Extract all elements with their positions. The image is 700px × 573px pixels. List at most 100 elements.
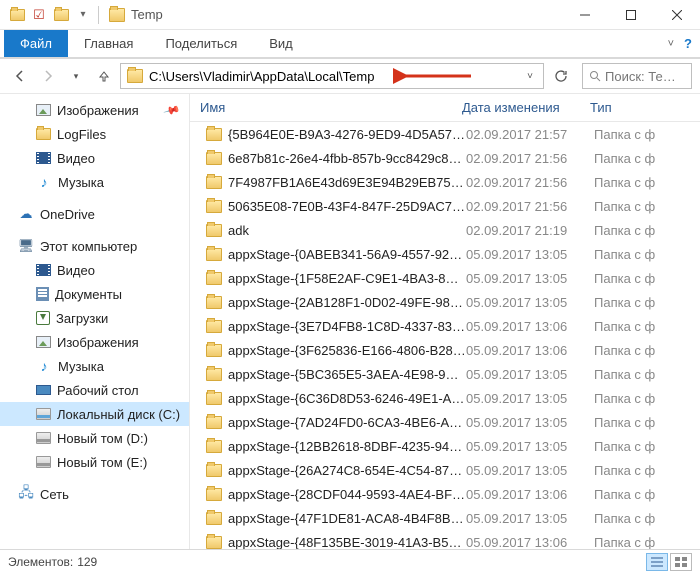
nav-forward-button[interactable] bbox=[36, 64, 60, 88]
qat-customize-icon[interactable]: ▾ bbox=[74, 6, 92, 24]
refresh-button[interactable] bbox=[548, 63, 574, 89]
address-path[interactable]: C:\Users\Vladimir\AppData\Local\Temp bbox=[149, 69, 523, 84]
file-date: 05.09.2017 13:05 bbox=[466, 367, 594, 382]
file-row[interactable]: 7F4987FB1A6E43d69E3E94B29EB7592602.09.20… bbox=[190, 170, 700, 194]
file-row[interactable]: appxStage-{3F625836-E166-4806-B281-60…05… bbox=[190, 338, 700, 362]
file-list[interactable]: Имя Дата изменения Тип {5B964E0E-B9A3-42… bbox=[190, 94, 700, 549]
disk-icon bbox=[36, 456, 51, 468]
nav-recent-button[interactable]: ▾ bbox=[64, 64, 88, 88]
folder-icon bbox=[206, 128, 222, 141]
sidebar-item[interactable]: Локальный диск (C:) bbox=[0, 402, 189, 426]
help-icon[interactable]: ? bbox=[684, 36, 692, 51]
window-title-wrap: Temp bbox=[109, 7, 163, 22]
sidebar-onedrive[interactable]: ☁ OneDrive bbox=[0, 202, 189, 226]
nav-up-button[interactable] bbox=[92, 64, 116, 88]
file-row[interactable]: appxStage-{3E7D4FB8-1C8D-4337-8361-7…05.… bbox=[190, 314, 700, 338]
file-tab[interactable]: Файл bbox=[4, 30, 68, 57]
file-row[interactable]: appxStage-{47F1DE81-ACA8-4B4F8B-BC24-…05… bbox=[190, 506, 700, 530]
file-row[interactable]: appxStage-{26A274C8-654E-4C54-8709-5…05.… bbox=[190, 458, 700, 482]
file-date: 05.09.2017 13:06 bbox=[466, 319, 594, 334]
file-row[interactable]: appxStage-{6C36D8D53-6246-49E1-A20C-…05.… bbox=[190, 386, 700, 410]
close-button[interactable] bbox=[654, 0, 700, 30]
ribbon-expand-icon[interactable]: ˅ bbox=[668, 38, 674, 50]
sidebar-item[interactable]: Новый том (E:) bbox=[0, 450, 189, 474]
file-type: Папка с ф bbox=[594, 199, 700, 214]
window-title: Temp bbox=[131, 7, 163, 22]
file-row[interactable]: appxStage-{7AD24FD0-6CA3-4BE6-AC0C…05.09… bbox=[190, 410, 700, 434]
file-row[interactable]: 50635E08-7E0B-43F4-847F-25D9AC7523A102.0… bbox=[190, 194, 700, 218]
vid-icon bbox=[36, 152, 51, 164]
file-date: 05.09.2017 13:05 bbox=[466, 463, 594, 478]
address-dropdown-icon[interactable]: ˅ bbox=[523, 71, 537, 82]
file-row[interactable]: appxStage-{12BB2618-8DBF-4235-949B-8…05.… bbox=[190, 434, 700, 458]
sidebar-item[interactable]: ♪Музыка bbox=[0, 354, 189, 378]
file-row[interactable]: appxStage-{2AB128F1-0D02-49FE-987E-7…05.… bbox=[190, 290, 700, 314]
sidebar-item[interactable]: Документы bbox=[0, 282, 189, 306]
icons-view-button[interactable] bbox=[670, 553, 692, 571]
file-type: Папка с ф bbox=[594, 463, 700, 478]
sidebar-item[interactable]: Новый том (D:) bbox=[0, 426, 189, 450]
file-name: appxStage-{12BB2618-8DBF-4235-949B-8… bbox=[228, 439, 466, 454]
file-date: 05.09.2017 13:05 bbox=[466, 247, 594, 262]
ribbon-right: ˅ ? bbox=[668, 30, 700, 57]
file-date: 05.09.2017 13:05 bbox=[466, 391, 594, 406]
folder-icon bbox=[206, 272, 222, 285]
file-row[interactable]: appxStage-{5BC365E5-3AEA-4E98-9D79-…05.0… bbox=[190, 362, 700, 386]
file-type: Папка с ф bbox=[594, 391, 700, 406]
minimize-button[interactable] bbox=[562, 0, 608, 30]
file-row[interactable]: {5B964E0E-B9A3-4276-9ED9-4D5A572074…02.0… bbox=[190, 122, 700, 146]
sidebar-this-pc[interactable]: 🖥 Этот компьютер bbox=[0, 234, 189, 258]
file-row[interactable]: adk02.09.2017 21:19Папка с ф bbox=[190, 218, 700, 242]
new-folder-icon[interactable] bbox=[52, 6, 70, 24]
file-name: appxStage-{28CDF044-9593-4AE4-BF44-4… bbox=[228, 487, 466, 502]
nav-back-button[interactable] bbox=[8, 64, 32, 88]
window-controls bbox=[562, 0, 700, 30]
sidebar-network[interactable]: 🖧 Сеть bbox=[0, 482, 189, 506]
pic-icon bbox=[36, 336, 51, 348]
file-date: 05.09.2017 13:05 bbox=[466, 415, 594, 430]
file-name: appxStage-{3E7D4FB8-1C8D-4337-8361-7… bbox=[228, 319, 466, 334]
folder-up-icon[interactable] bbox=[8, 6, 26, 24]
maximize-button[interactable] bbox=[608, 0, 654, 30]
file-row[interactable]: appxStage-{1F58E2AF-C9E1-4BA3-8E45-8…05.… bbox=[190, 266, 700, 290]
sidebar-label: Музыка bbox=[58, 359, 104, 374]
sidebar-item-images-pinned[interactable]: Изображения 📌 bbox=[0, 98, 189, 122]
sidebar-item[interactable]: Изображения bbox=[0, 330, 189, 354]
column-name[interactable]: Имя bbox=[200, 100, 462, 115]
file-row[interactable]: appxStage-{0ABEB341-56A9-4557-9224-9…05.… bbox=[190, 242, 700, 266]
file-name: 50635E08-7E0B-43F4-847F-25D9AC7523A1 bbox=[228, 199, 466, 214]
search-box[interactable]: Поиск: Те… bbox=[582, 63, 692, 89]
file-name: appxStage-{1F58E2AF-C9E1-4BA3-8E45-8… bbox=[228, 271, 466, 286]
sidebar-item[interactable]: Видео bbox=[0, 258, 189, 282]
file-row[interactable]: appxStage-{28CDF044-9593-4AE4-BF44-4…05.… bbox=[190, 482, 700, 506]
file-name: appxStage-{48F135BE-3019-41A3-B5E2-4… bbox=[228, 535, 466, 550]
sidebar-item[interactable]: Видео bbox=[0, 146, 189, 170]
tab-home[interactable]: Главная bbox=[68, 30, 149, 57]
status-count: 129 bbox=[77, 555, 97, 569]
sidebar-item[interactable]: ♪Музыка bbox=[0, 170, 189, 194]
folder-icon bbox=[206, 224, 222, 237]
sidebar-item[interactable]: Загрузки bbox=[0, 306, 189, 330]
sidebar[interactable]: Изображения 📌 LogFiles Видео ♪Музыка ☁ One… bbox=[0, 94, 190, 549]
disk-icon bbox=[36, 432, 51, 444]
tab-view[interactable]: Вид bbox=[253, 30, 309, 57]
details-view-button[interactable] bbox=[646, 553, 668, 571]
address-bar[interactable]: C:\Users\Vladimir\AppData\Local\Temp ˅ bbox=[120, 63, 544, 89]
file-type: Папка с ф bbox=[594, 295, 700, 310]
file-row[interactable]: appxStage-{48F135BE-3019-41A3-B5E2-4…05.… bbox=[190, 530, 700, 549]
file-date: 02.09.2017 21:56 bbox=[466, 175, 594, 190]
sidebar-label: Музыка bbox=[58, 175, 104, 190]
properties-icon[interactable]: ☑ bbox=[30, 6, 48, 24]
file-name: {5B964E0E-B9A3-4276-9ED9-4D5A572074… bbox=[228, 127, 466, 142]
column-headers: Имя Дата изменения Тип bbox=[190, 94, 700, 122]
column-type[interactable]: Тип bbox=[590, 100, 700, 115]
file-type: Папка с ф bbox=[594, 439, 700, 454]
sidebar-item[interactable]: LogFiles bbox=[0, 122, 189, 146]
column-date[interactable]: Дата изменения bbox=[462, 100, 590, 115]
folder-icon bbox=[206, 152, 222, 165]
tab-share[interactable]: Поделиться bbox=[149, 30, 253, 57]
sidebar-label: Видео bbox=[57, 151, 95, 166]
file-row[interactable]: 6e87b81c-26e4-4fbb-857b-9cc8429c8b3b02.0… bbox=[190, 146, 700, 170]
sidebar-item[interactable]: Рабочий стол bbox=[0, 378, 189, 402]
folder-icon bbox=[206, 248, 222, 261]
